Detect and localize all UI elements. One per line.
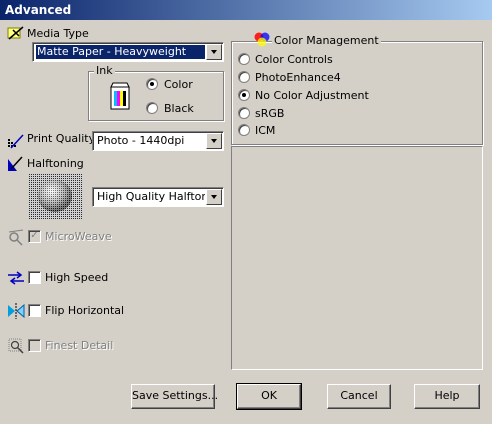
microweave-label: MicroWeave	[45, 230, 112, 243]
halftoning-select[interactable]: High Quality Halftoning	[92, 187, 224, 207]
media-type-dropdown-button[interactable]	[206, 44, 222, 60]
high-speed-checkbox[interactable]	[28, 271, 41, 284]
photoenhance4-radio[interactable]	[238, 71, 250, 83]
color-settings-panel	[231, 146, 483, 370]
srgb-radio[interactable]	[238, 107, 250, 119]
save-settings-button[interactable]: Save Settings...	[131, 384, 218, 409]
color-controls-label[interactable]: Color Controls	[255, 53, 333, 66]
srgb-label[interactable]: sRGB	[255, 107, 284, 120]
halftone-preview-image	[29, 174, 83, 219]
finest-detail-icon	[8, 338, 24, 354]
high-speed-icon	[8, 271, 24, 285]
ink-black-radio[interactable]	[146, 102, 158, 114]
finest-detail-label: Finest Detail	[45, 339, 114, 352]
no-color-adjustment-radio[interactable]	[238, 89, 250, 101]
ink-group-label: Ink	[94, 64, 115, 77]
microweave-icon	[8, 229, 24, 246]
print-quality-dropdown-button[interactable]	[206, 133, 222, 149]
halftoning-value: High Quality Halftoning	[97, 190, 205, 203]
color-management-label: Color Management	[272, 34, 381, 47]
cancel-button[interactable]: Cancel	[327, 384, 391, 409]
color-controls-radio[interactable]	[238, 53, 250, 65]
window-title: Advanced	[0, 0, 492, 20]
media-type-select[interactable]: Matte Paper - Heavyweight	[32, 42, 224, 62]
media-type-icon	[7, 26, 24, 40]
icm-label[interactable]: ICM	[255, 124, 275, 137]
print-quality-icon	[8, 134, 24, 149]
photoenhance4-label[interactable]: PhotoEnhance4	[255, 71, 341, 84]
halftoning-icon	[8, 156, 23, 171]
media-type-label: Media Type	[27, 27, 89, 40]
print-quality-select[interactable]: Photo - 1440dpi	[92, 131, 224, 151]
flip-horizontal-label[interactable]: Flip Horizontal	[45, 304, 124, 317]
no-color-adjustment-label[interactable]: No Color Adjustment	[255, 89, 369, 102]
finest-detail-checkbox[interactable]	[28, 339, 41, 352]
high-speed-label[interactable]: High Speed	[45, 271, 108, 284]
microweave-checkbox[interactable]: ✓	[28, 230, 41, 243]
ink-black-label[interactable]: Black	[164, 102, 194, 115]
media-type-value: Matte Paper - Heavyweight	[36, 45, 205, 59]
color-management-icon	[254, 32, 270, 47]
help-button[interactable]: Help	[414, 384, 480, 409]
flip-horizontal-icon	[8, 303, 25, 319]
print-quality-label: Print Quality	[27, 132, 96, 145]
ink-cartridge-icon	[110, 82, 130, 110]
halftoning-dropdown-button[interactable]	[206, 189, 222, 205]
flip-horizontal-checkbox[interactable]	[28, 304, 41, 317]
print-quality-value: Photo - 1440dpi	[97, 134, 185, 147]
icm-radio[interactable]	[238, 124, 250, 136]
ok-button[interactable]: OK	[236, 383, 302, 410]
halftoning-label: Halftoning	[27, 157, 84, 170]
ink-color-radio[interactable]	[146, 78, 158, 90]
ink-color-label[interactable]: Color	[164, 78, 193, 91]
